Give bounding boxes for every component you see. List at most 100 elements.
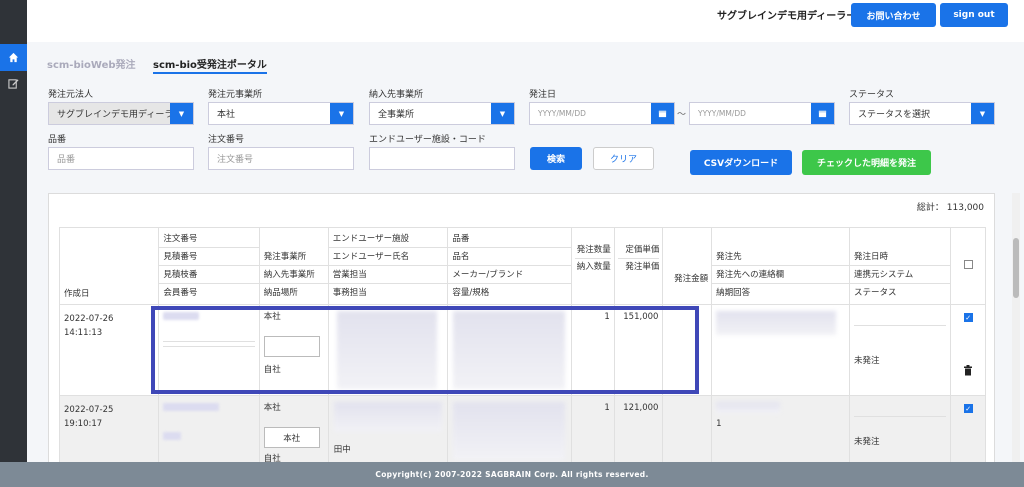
scrollbar-thumb[interactable] — [1013, 238, 1019, 298]
dealer-name: サグブレインデモ用ディーラー — [717, 11, 857, 22]
row-checkbox[interactable]: ✓ — [963, 313, 973, 322]
order-no-label: 注文番号 — [208, 135, 245, 145]
col-product-info: 品番 品名 メーカー/ブランド 容量/規格 — [447, 227, 573, 305]
created-date: 2022-07-26 — [64, 314, 114, 324]
status-value: 未発注 — [854, 437, 880, 447]
date-to-placeholder: YYYY/MM/DD — [698, 109, 746, 118]
orderer-label: 発注元法人 — [48, 90, 94, 100]
delivery-office-input[interactable]: 本社 — [263, 427, 320, 448]
total-value: 113,000 — [946, 203, 984, 213]
col-member-no: 会員番号 — [163, 288, 198, 298]
chevron-down-icon[interactable]: ▼ — [491, 103, 514, 124]
orderer-office-value: 本社 — [217, 110, 236, 120]
col-order-datetime: 発注日時 — [850, 248, 951, 266]
product-no-input[interactable]: 品番 — [48, 147, 194, 170]
created-time: 14:11:13 — [64, 328, 103, 338]
office-cell: 本社 本社 自社 — [258, 395, 329, 470]
trash-icon[interactable] — [951, 365, 985, 379]
table-row: 2022-07-25 19:10:17 本社 本社 自社 田中 1 121,00… — [58, 395, 986, 470]
row-actions-cell: ✓ — [950, 395, 986, 470]
col-admin-rep: 事務担当 — [332, 288, 367, 298]
delivery-office-label: 納入先事業所 — [369, 90, 424, 100]
col-delivered-qty: 納入数量 — [576, 262, 611, 272]
date-status-cell: 未発注 — [849, 304, 952, 396]
search-button[interactable]: 検索 — [530, 147, 582, 170]
tab-web-order[interactable]: scm-bioWeb発注 — [47, 56, 136, 71]
col-delivery-place: 納品場所 — [263, 288, 298, 298]
enduser-cell: 田中 — [327, 395, 449, 470]
orderer-value: サグブレインデモ用ディーラ — [57, 110, 172, 120]
price-value: 121,000 — [613, 395, 664, 470]
order-no-input[interactable]: 注文番号 — [208, 147, 354, 170]
order-no-placeholder: 注文番号 — [217, 155, 254, 165]
orderer-office-label: 発注元事業所 — [208, 90, 263, 100]
col-office-info: 発注事業所 納入先事業所 納品場所 — [258, 227, 329, 305]
created-cell: 2022-07-25 19:10:17 — [58, 395, 160, 470]
enduser-label: エンドユーザー施設・コード — [369, 135, 486, 145]
calendar-icon[interactable] — [811, 103, 834, 124]
supplier-cell: 1 — [711, 395, 851, 470]
clear-button[interactable]: クリア — [593, 147, 654, 170]
supplier-cell — [711, 304, 851, 396]
date-from-placeholder: YYYY/MM/DD — [538, 109, 586, 118]
col-created: 作成日 — [58, 227, 160, 305]
order-date-label: 発注日 — [529, 90, 557, 100]
edit-nav-item[interactable] — [0, 72, 27, 94]
col-supplier: 発注先 — [712, 248, 850, 266]
edit-icon — [8, 78, 19, 89]
signout-button[interactable]: sign out — [940, 3, 1008, 27]
col-delivery-answer: 納期回答 — [716, 288, 751, 298]
enduser-input[interactable] — [369, 147, 515, 170]
col-enduser-name: エンドユーザー氏名 — [328, 248, 448, 266]
col-product-name: 品名 — [448, 248, 572, 266]
col-capacity: 容量/規格 — [452, 288, 490, 298]
orderer-select[interactable]: サグブレインデモ用ディーラ ▼ — [48, 102, 194, 125]
col-enduser-facility: エンドユーザー施設 — [328, 230, 448, 248]
col-list-price: 定価単価 — [617, 242, 660, 259]
chevron-down-icon[interactable]: ▼ — [971, 103, 994, 124]
delivery-office-select[interactable]: 全事業所 ▼ — [369, 102, 515, 125]
col-quote-branch: 見積枝番 — [159, 266, 259, 284]
tab-bar: scm-bioWeb発注 scm-bio受発注ポータル — [27, 42, 1024, 74]
tab-portal[interactable]: scm-bio受発注ポータル — [153, 56, 267, 74]
col-enduser-info: エンドユーザー施設 エンドユーザー氏名 営業担当 事務担当 — [327, 227, 449, 305]
csv-download-button[interactable]: CSVダウンロード — [690, 150, 792, 175]
created-cell: 2022-07-26 14:11:13 — [58, 304, 160, 396]
col-order-no: 注文番号 — [159, 230, 259, 248]
row-checkbox[interactable]: ✓ — [963, 404, 973, 413]
col-order-office: 発注事業所 — [259, 248, 328, 266]
col-date-info: 発注日時 連携元システム ステータス — [849, 227, 952, 305]
product-cell — [447, 395, 573, 470]
home-icon — [8, 52, 19, 63]
total: 総計： 113,000 — [917, 200, 984, 213]
footer: Copyright(c) 2007-2022 SAGBRAIN Corp. Al… — [0, 462, 1024, 487]
top-bar: サグブレインデモ用ディーラー お問い合わせ sign out — [27, 0, 1024, 42]
chevron-down-icon[interactable]: ▼ — [330, 103, 353, 124]
row-actions-cell: ✓ — [950, 304, 986, 396]
col-order-qty: 発注数量 — [575, 242, 611, 259]
table-header-row: 作成日 注文番号 見積番号 見積枝番 会員番号 発注事業所 納入先事業所 納品場… — [58, 227, 986, 305]
status-select[interactable]: ステータスを選択 ▼ — [849, 102, 995, 125]
delivery-office-value: 全事業所 — [378, 110, 415, 120]
col-unit-price: 発注単価 — [625, 262, 660, 272]
highlight-box — [151, 306, 699, 394]
scrollbar[interactable] — [1012, 193, 1020, 463]
col-qty: 発注数量 納入数量 — [571, 227, 615, 305]
col-select-all[interactable] — [950, 227, 986, 305]
col-status: ステータス — [854, 288, 897, 298]
calendar-icon[interactable] — [651, 103, 674, 124]
date-from-input[interactable]: YYYY/MM/DD — [529, 102, 675, 125]
home-nav-item[interactable] — [0, 44, 27, 71]
contact-button[interactable]: お問い合わせ — [851, 3, 936, 27]
date-to-input[interactable]: YYYY/MM/DD — [689, 102, 835, 125]
clerk-value: 田中 — [333, 445, 351, 455]
sidebar — [0, 0, 27, 487]
delivery-office-value: 本社 — [283, 433, 301, 444]
select-all-checkbox[interactable] — [963, 260, 973, 269]
created-time: 19:10:17 — [64, 419, 103, 429]
orderer-office-select[interactable]: 本社 ▼ — [208, 102, 354, 125]
order-checked-button[interactable]: チェックした明細を発注 — [802, 150, 931, 175]
chevron-down-icon[interactable]: ▼ — [170, 103, 193, 124]
qty-value: 1 — [571, 395, 615, 470]
col-sales-rep: 営業担当 — [328, 266, 448, 284]
